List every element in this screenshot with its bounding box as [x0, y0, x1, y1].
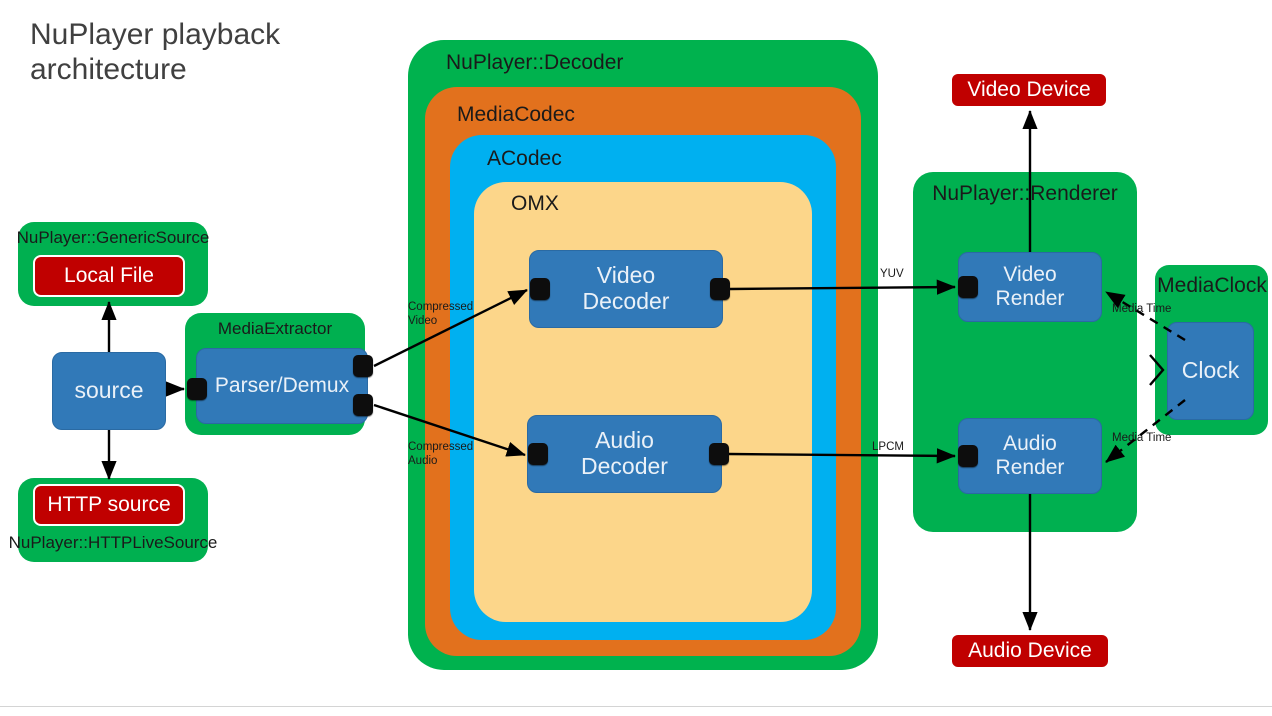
media-time-audio-label: Media Time — [1112, 432, 1172, 444]
omx-layer — [474, 182, 812, 622]
http-source-box[interactable]: HTTP source — [33, 484, 185, 526]
acodec-label: ACodec — [487, 147, 562, 170]
mediacodec-label: MediaCodec — [457, 103, 575, 126]
video-render-input-port — [958, 276, 978, 298]
video-decoder-output-port — [710, 278, 730, 300]
parser-audio-output-port — [353, 394, 373, 416]
generic-source-label: NuPlayer::GenericSource — [16, 228, 210, 247]
parser-video-output-port — [353, 355, 373, 377]
omx-label: OMX — [511, 192, 559, 215]
media-extractor-label: MediaExtractor — [217, 319, 333, 338]
media-time-video-label: Media Time — [1112, 303, 1172, 315]
video-decoder-box[interactable]: Video Decoder — [529, 250, 723, 328]
source-box[interactable]: source — [52, 352, 166, 430]
page-title: NuPlayer playback architecture — [30, 18, 281, 86]
video-render-box[interactable]: Video Render — [958, 252, 1102, 322]
audio-decoder-input-port — [528, 443, 548, 465]
audio-render-box[interactable]: Audio Render — [958, 418, 1102, 494]
parser-demux-box[interactable]: Parser/Demux — [196, 348, 368, 424]
nuplayer-renderer-label: NuPlayer::Renderer — [932, 182, 1118, 205]
lpcm-label: LPCM — [872, 441, 904, 453]
audio-decoder-output-port — [709, 443, 729, 465]
audio-decoder-box[interactable]: Audio Decoder — [527, 415, 722, 493]
parser-input-port — [187, 378, 207, 400]
bottom-divider — [0, 706, 1272, 707]
diagram-canvas: NuPlayer playback architecture NuPlayer:… — [0, 0, 1272, 716]
local-file-box[interactable]: Local File — [33, 255, 185, 297]
audio-render-input-port — [958, 445, 978, 467]
compressed-audio-label: Compressed Audio — [408, 441, 474, 468]
audio-device-box[interactable]: Audio Device — [950, 633, 1110, 669]
nuplayer-decoder-label: NuPlayer::Decoder — [446, 51, 624, 74]
http-live-source-label: NuPlayer::HTTPLiveSource — [8, 533, 218, 552]
media-clock-label: MediaClock — [1157, 274, 1267, 297]
clock-box[interactable]: Clock — [1167, 322, 1254, 420]
video-decoder-input-port — [530, 278, 550, 300]
yuv-label: YUV — [880, 268, 904, 280]
compressed-video-label: Compressed Video — [408, 301, 474, 328]
video-device-box[interactable]: Video Device — [950, 72, 1108, 108]
